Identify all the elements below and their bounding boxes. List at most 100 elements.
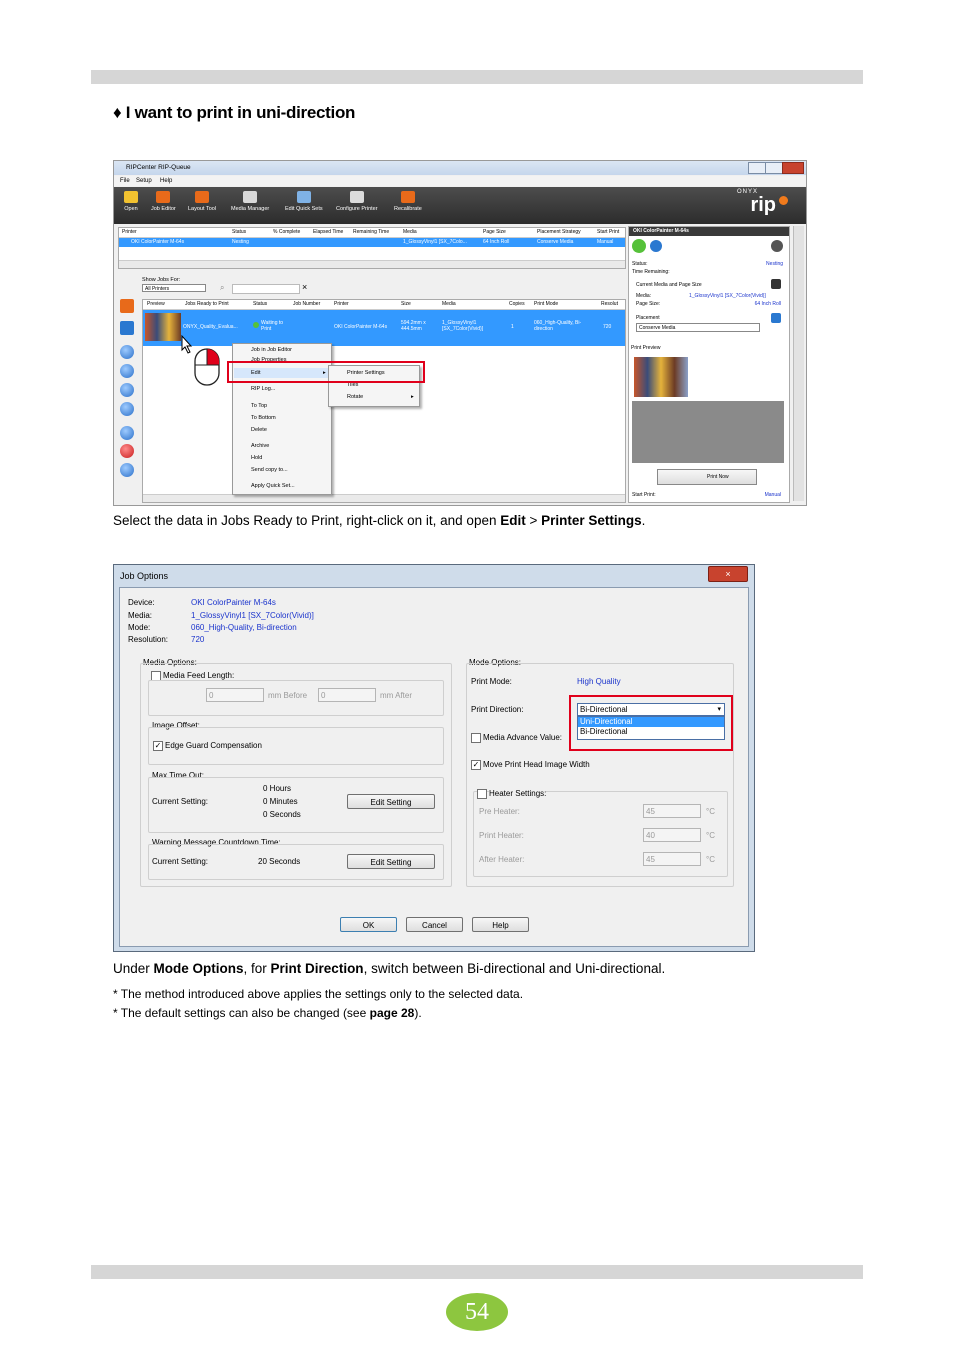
top-rule: [91, 70, 863, 84]
after-heater-unit: °C: [706, 855, 715, 864]
window-controls: [748, 162, 804, 174]
job-properties-icon[interactable]: [120, 299, 134, 313]
menu-archive[interactable]: Archive: [251, 443, 269, 449]
note-2: * The default settings can also be chang…: [113, 1006, 422, 1020]
menu-rip-log[interactable]: RIP Log...: [251, 386, 275, 392]
printer-icon: [349, 191, 364, 203]
move-up-icon[interactable]: [120, 364, 134, 378]
device-label: Device:: [128, 598, 155, 607]
window-titlebar: RIPCenter RIP-Queue: [114, 161, 806, 175]
print-now-button[interactable]: Print Now: [657, 469, 757, 485]
ok-button[interactable]: OK: [340, 917, 397, 932]
job-preview-thumbnail: [145, 313, 181, 341]
print-heater-unit: °C: [706, 831, 715, 840]
menu-help[interactable]: Help: [160, 178, 172, 184]
dialog-close-button[interactable]: ×: [708, 566, 748, 582]
printer-status-panel: OKI ColorPainter M-64s Status: Nesting T…: [628, 226, 790, 503]
job-editor-tool[interactable]: Job Editor: [151, 191, 176, 212]
edge-guard-label: Edge Guard Compensation: [165, 741, 262, 750]
print-heater-input[interactable]: 40: [643, 828, 701, 842]
after-heater-input[interactable]: 45: [643, 852, 701, 866]
configure-printer-tool[interactable]: Configure Printer: [336, 191, 378, 212]
recalibrate-tool[interactable]: Recalibrate: [394, 191, 422, 212]
menu-file[interactable]: File: [120, 178, 130, 184]
quick-sets-icon: [296, 191, 311, 203]
pre-heater-input[interactable]: 45: [643, 804, 701, 818]
move-top-icon[interactable]: [120, 345, 134, 359]
window-title: RIPCenter RIP-Queue: [126, 164, 191, 171]
show-jobs-label: Show Jobs For:: [142, 277, 181, 283]
help-button[interactable]: Help: [472, 917, 529, 932]
after-input[interactable]: 0: [318, 688, 376, 702]
menu-delete[interactable]: Delete: [251, 427, 267, 433]
media-advance-checkbox[interactable]: [471, 733, 481, 743]
job-search-input[interactable]: [232, 284, 300, 294]
heater-settings-checkbox[interactable]: [477, 789, 487, 799]
close-button[interactable]: [782, 162, 804, 174]
menu-send-copy[interactable]: Send copy to...: [251, 467, 288, 473]
minutes-value: 0 Minutes: [263, 797, 298, 806]
print-icon[interactable]: [120, 426, 134, 440]
edit-countdown-button[interactable]: Edit Setting: [347, 854, 435, 869]
printer-list-header: Printer Status % Complete Elapsed Time R…: [119, 228, 625, 238]
clear-search-icon[interactable]: ×: [302, 282, 307, 292]
printer-list-scrollbar[interactable]: [119, 260, 625, 268]
jobs-list-scrollbar[interactable]: [143, 494, 625, 502]
move-head-checkbox[interactable]: ✓: [471, 760, 481, 770]
after-unit-label: mm After: [380, 691, 413, 700]
info-icon[interactable]: [650, 240, 662, 252]
minimize-button[interactable]: [748, 162, 766, 174]
dialog-body: Device: OKI ColorPainter M-64s Media: 1_…: [119, 587, 749, 947]
menu-to-top[interactable]: To Top: [251, 403, 267, 409]
pre-heater-unit: °C: [706, 807, 715, 816]
print-direction-label: Print Direction:: [471, 705, 524, 714]
maximize-button[interactable]: [765, 162, 783, 174]
countdown-value: 20 Seconds: [258, 857, 301, 866]
move-bottom-icon[interactable]: [120, 402, 134, 416]
menu-rotate[interactable]: Rotate: [347, 394, 363, 400]
printer-row[interactable]: OKI ColorPainter M-64s Nesting 1_GlossyV…: [119, 238, 625, 247]
edge-guard-checkbox[interactable]: ✓: [153, 741, 163, 751]
menu-setup[interactable]: Setup: [136, 178, 152, 184]
edit-timeout-button[interactable]: Edit Setting: [347, 794, 435, 809]
layout-tool[interactable]: Layout Tool: [188, 191, 216, 212]
media-advance-label: Media Advance Value:: [483, 733, 563, 742]
after-heater-label: After Heater:: [479, 855, 525, 864]
edit-quick-sets-tool[interactable]: Edit Quick Sets: [285, 191, 323, 212]
print-mode-label: Print Mode:: [471, 677, 512, 686]
move-down-icon[interactable]: [120, 383, 134, 397]
menu-bar: File Setup Help: [114, 176, 806, 186]
hours-value: 0 Hours: [263, 784, 292, 793]
preview-image: [634, 357, 688, 397]
mouse-icon: [181, 334, 220, 386]
menu-job-in-job-editor[interactable]: Job in Job Editor: [251, 347, 292, 353]
menu-apply-quick-set[interactable]: Apply Quick Set...: [251, 483, 295, 489]
delete-icon[interactable]: [120, 444, 134, 458]
panel-scrollbar[interactable]: [793, 226, 804, 501]
job-edit-icon[interactable]: [120, 321, 134, 335]
menu-to-bottom[interactable]: To Bottom: [251, 415, 276, 421]
settings-icon[interactable]: [771, 240, 783, 252]
placement-select[interactable]: Conserve Media: [636, 323, 760, 332]
media-feed-length-label: Media Feed Length:: [163, 671, 235, 680]
mode-value: 060_High-Quality, Bi-direction: [191, 623, 297, 632]
open-tool[interactable]: Open: [124, 191, 138, 212]
job-options-screenshot: Job Options × Device: OKI ColorPainter M…: [113, 564, 755, 952]
placement-gear-icon[interactable]: [771, 313, 781, 323]
job-editor-icon: [156, 191, 171, 203]
media-icon: [243, 191, 258, 203]
mode-label: Mode:: [128, 623, 151, 632]
search-icon: ⌕: [220, 283, 225, 292]
menu-hold[interactable]: Hold: [251, 455, 262, 461]
media-gear-icon[interactable]: [771, 279, 781, 289]
print-heater-label: Print Heater:: [479, 831, 524, 840]
before-input[interactable]: 0: [206, 688, 264, 702]
cancel-button[interactable]: Cancel: [406, 917, 463, 932]
print-mode-value: High Quality: [577, 677, 621, 686]
power-icon[interactable]: [632, 239, 646, 253]
bottom-rule: [91, 1265, 863, 1279]
printer-filter-select[interactable]: All Printers: [142, 284, 206, 292]
layout-icon: [195, 191, 210, 203]
pause-icon[interactable]: [120, 463, 134, 477]
media-manager-tool[interactable]: Media Manager: [231, 191, 269, 212]
